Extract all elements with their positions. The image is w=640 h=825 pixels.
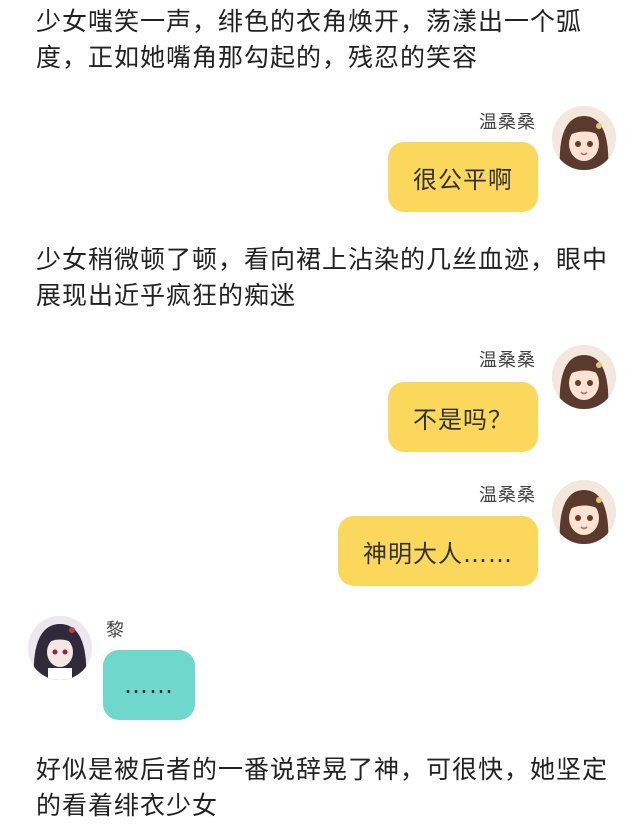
message-bubble[interactable]: …… — [103, 650, 195, 720]
message-text: 很公平啊 — [413, 165, 513, 194]
message-text: 不是吗？ — [413, 405, 513, 434]
narration-text: 少女嗤笑一声，绯色的衣角焕开，荡漾出一个弧度，正如她嘴角那勾起的，残忍的笑容 — [36, 7, 583, 72]
message-bubble[interactable]: 不是吗？ — [388, 382, 538, 452]
girl-avatar-icon[interactable] — [552, 106, 616, 170]
message-bubble[interactable]: 很公平啊 — [388, 142, 538, 212]
sender-name: 温桑桑 — [479, 350, 536, 371]
girl-avatar-icon[interactable] — [552, 345, 616, 409]
sender-name: 温桑桑 — [479, 485, 536, 506]
narration-text: 好似是被后者的一番说辞晃了神，可很快，她坚定的看着绯衣少女 — [36, 755, 609, 820]
sender-name: 温桑桑 — [479, 112, 536, 133]
dark-hair-avatar-icon[interactable] — [28, 616, 92, 680]
narration-text: 少女稍微顿了顿，看向裙上沾染的几丝血迹，眼中展现出近乎疯狂的痴迷 — [36, 245, 609, 310]
sender-name: 黎 — [106, 620, 125, 641]
girl-avatar-icon[interactable] — [552, 480, 616, 544]
message-bubble[interactable]: 神明大人…… — [338, 516, 538, 586]
message-text: …… — [124, 671, 174, 699]
message-text: 神明大人…… — [363, 539, 513, 568]
